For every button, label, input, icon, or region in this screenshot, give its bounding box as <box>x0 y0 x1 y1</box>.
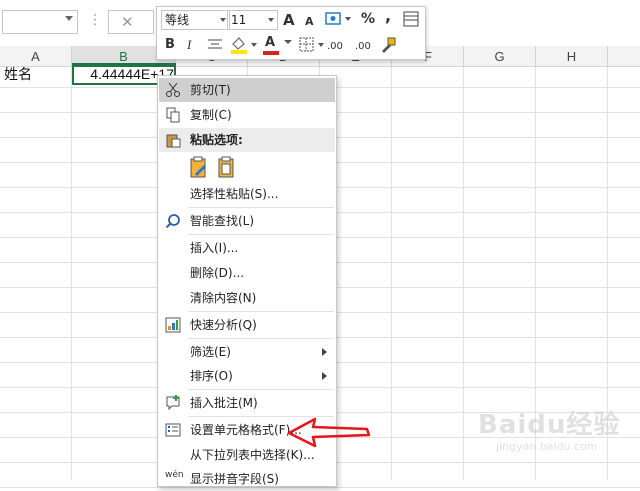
menu-separator <box>188 389 334 390</box>
chevron-down-icon[interactable] <box>65 16 73 21</box>
menu-item-label: 显示拼音字段(S) <box>190 472 279 486</box>
fill-color-icon[interactable] <box>229 35 259 55</box>
menu-item-sort[interactable]: 排序(O) <box>159 364 335 388</box>
menu-item-cut[interactable]: 剪切(T) <box>159 78 335 102</box>
menu-item-insert-comment[interactable]: 插入批注(M) <box>159 391 335 415</box>
chevron-down-icon <box>220 18 226 22</box>
menu-item-label: 清除内容(N) <box>190 291 257 305</box>
format-painter-icon[interactable] <box>379 36 397 54</box>
paste-formatting-option-icon[interactable] <box>188 156 210 180</box>
cancel-icon[interactable]: ✕ <box>121 13 134 31</box>
menu-item-quick-analysis[interactable]: 快速分析(Q) <box>159 313 335 337</box>
chevron-down-icon <box>268 18 274 22</box>
formula-bar-divider: ⋮ <box>88 12 102 28</box>
menu-item-label: 筛选(E) <box>190 345 231 359</box>
font-color-bar <box>263 51 279 55</box>
scissors-icon <box>166 82 180 97</box>
menu-item-smart-lookup[interactable]: 智能查找(L) <box>159 209 335 233</box>
accounting-format-icon[interactable] <box>325 11 353 27</box>
bold-button[interactable]: B <box>165 36 175 54</box>
menu-item-clear-contents[interactable]: 清除内容(N) <box>159 286 335 310</box>
italic-button[interactable]: I <box>187 36 191 54</box>
menu-item-label: 剪切(T) <box>190 83 231 97</box>
menu-item-label: 排序(O) <box>190 369 233 383</box>
decrease-decimal-button[interactable]: .00 <box>355 38 371 56</box>
copy-icon <box>166 107 180 123</box>
font-name-dropdown[interactable]: 等线 <box>161 10 230 30</box>
cell-a1[interactable]: 姓名 <box>4 64 32 84</box>
grid-line <box>463 67 464 480</box>
chevron-right-icon <box>322 372 327 380</box>
grow-font-button[interactable]: A <box>283 11 295 29</box>
format-painter-grid-icon[interactable] <box>403 11 419 27</box>
name-box[interactable] <box>2 10 78 34</box>
increase-decimal-button[interactable]: .00 <box>327 38 343 56</box>
chevron-right-icon <box>322 348 327 356</box>
watermark-brand: Baidu经验 <box>478 410 621 440</box>
menu-item-show-phonetic[interactable]: wén 显示拼音字段(S) <box>159 467 335 491</box>
font-size-value: 11 <box>231 13 247 27</box>
menu-separator <box>188 234 334 235</box>
align-center-icon[interactable] <box>207 38 223 52</box>
phonetic-icon: wén <box>165 470 184 480</box>
borders-icon[interactable] <box>299 37 327 53</box>
font-name-value: 等线 <box>165 13 190 27</box>
red-arrow-annotation <box>287 417 371 448</box>
menu-item-copy[interactable]: 复制(C) <box>159 103 335 127</box>
menu-item-label: 快速分析(Q) <box>190 318 257 332</box>
menu-item-label: 复制(C) <box>190 108 232 122</box>
menu-item-filter[interactable]: 筛选(E) <box>159 340 335 364</box>
grid-line <box>391 67 392 480</box>
menu-item-label: 删除(D)... <box>190 266 245 280</box>
baidu-watermark: Baidu经验 jingyan.baidu.com <box>478 400 638 478</box>
paste-values-option-icon[interactable] <box>216 156 238 180</box>
smart-lookup-icon <box>165 214 180 229</box>
shrink-font-button[interactable]: A <box>305 13 314 31</box>
grid-line <box>71 67 72 480</box>
menu-separator <box>188 311 334 312</box>
mini-toolbar: 等线 11 A A % , B I A .00 .00 <box>156 6 426 60</box>
menu-item-label: 插入批注(M) <box>190 396 258 410</box>
formula-bar-buttons: ✕ <box>108 10 154 34</box>
comma-style-button[interactable]: , <box>385 7 391 25</box>
format-cells-icon <box>165 423 181 437</box>
menu-item-label: 插入(I)... <box>190 241 239 255</box>
watermark-url: jingyan.baidu.com <box>496 440 598 453</box>
menu-item-label: 智能查找(L) <box>190 214 255 228</box>
menu-item-paste-special[interactable]: 选择性粘贴(S)... <box>159 182 335 206</box>
menu-item-label: 粘贴选项: <box>190 133 243 147</box>
quick-analysis-icon <box>165 317 181 333</box>
insert-comment-icon <box>166 395 180 411</box>
menu-section-paste-options: 粘贴选项: <box>159 128 335 152</box>
percent-style-button[interactable]: % <box>361 10 375 28</box>
font-color-button[interactable]: A <box>265 34 275 52</box>
font-size-dropdown[interactable]: 11 <box>227 10 278 30</box>
menu-item-label: 选择性粘贴(S)... <box>190 187 279 201</box>
menu-separator <box>188 338 334 339</box>
paste-icon <box>166 134 181 148</box>
menu-item-insert[interactable]: 插入(I)... <box>159 236 335 260</box>
menu-separator <box>188 207 334 208</box>
menu-item-delete[interactable]: 删除(D)... <box>159 261 335 285</box>
chevron-down-icon[interactable] <box>283 39 293 47</box>
